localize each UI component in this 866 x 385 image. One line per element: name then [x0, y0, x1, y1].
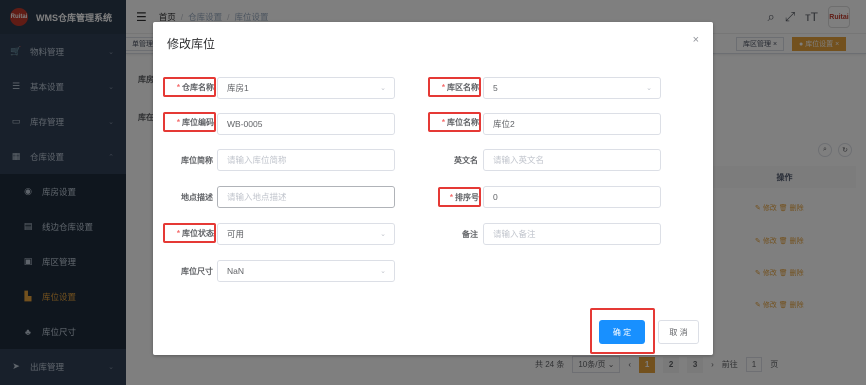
chevron-down-icon: ⌄ — [646, 85, 652, 92]
chevron-down-icon: ⌄ — [380, 85, 386, 92]
english-name-label: 英文名 — [454, 155, 478, 165]
location-desc-input[interactable]: 请输入地点描述 — [217, 186, 395, 208]
location-code-label: * 库位编码 — [163, 112, 216, 132]
close-icon[interactable]: × — [693, 34, 699, 46]
status-label: * 库位状态 — [163, 223, 216, 243]
cancel-button[interactable]: 取 消 — [658, 320, 699, 344]
status-select[interactable]: 可用 ⌄ — [217, 223, 395, 245]
short-name-label: 库位简称 — [181, 155, 213, 165]
area-name-select[interactable]: 5 ⌄ — [483, 77, 661, 99]
english-name-input[interactable]: 请输入英文名 — [483, 149, 661, 171]
sort-no-input[interactable]: 0 — [483, 186, 661, 208]
size-select[interactable]: NaN ⌄ — [217, 260, 395, 282]
sort-no-label: * 排序号 — [438, 187, 481, 207]
chevron-down-icon: ⌄ — [380, 231, 386, 238]
dialog-title: 修改库位 — [167, 37, 216, 51]
location-name-label: * 库位名称 — [428, 112, 481, 132]
area-name-label: * 库区名称 — [428, 77, 481, 97]
chevron-down-icon: ⌄ — [380, 268, 386, 275]
remark-label: 备注 — [462, 229, 478, 239]
location-code-input[interactable]: WB-0005 — [217, 113, 395, 135]
warehouse-name-select[interactable]: 库房1 ⌄ — [217, 77, 395, 99]
edit-location-dialog: 修改库位 × * 仓库名称 库房1 ⌄ * 库区名称 5 ⌄ * 库位编码 WB-00… — [153, 22, 713, 355]
confirm-button[interactable]: 确 定 — [599, 320, 645, 344]
short-name-input[interactable]: 请输入库位简称 — [217, 149, 395, 171]
remark-input[interactable]: 请输入备注 — [483, 223, 661, 245]
location-name-input[interactable]: 库位2 — [483, 113, 661, 135]
warehouse-name-label: * 仓库名称 — [163, 77, 216, 97]
size-label: 库位尺寸 — [181, 266, 213, 276]
location-desc-label: 地点描述 — [181, 192, 213, 202]
